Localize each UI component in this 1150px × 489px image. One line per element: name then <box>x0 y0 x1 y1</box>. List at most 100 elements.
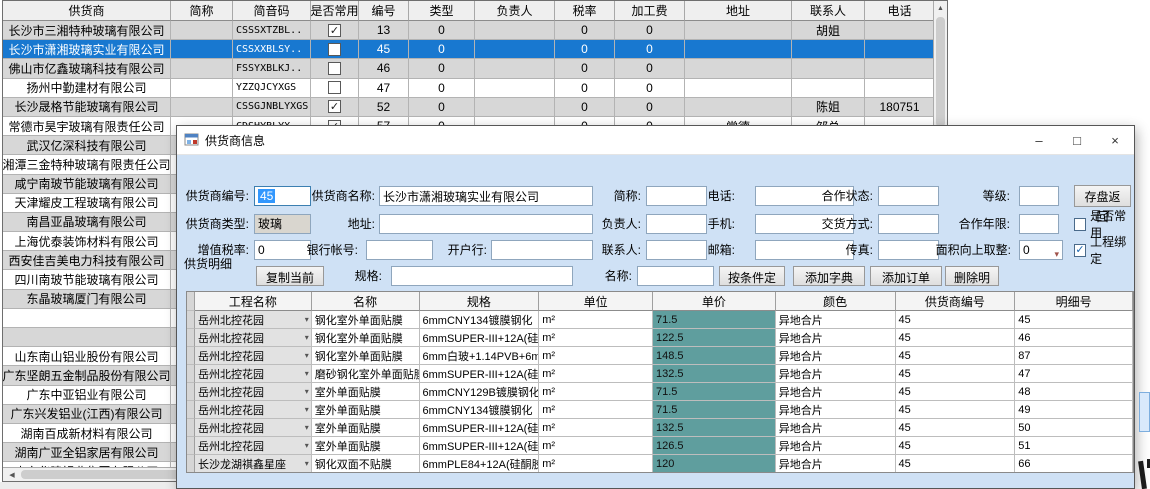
pinyin-code: YZZQJCYXGS <box>233 79 311 98</box>
short-name <box>171 59 233 78</box>
add-dict-detail-button[interactable]: 添加字典明细 <box>793 266 865 286</box>
detail-name: 室外单面贴膜 <box>312 383 420 401</box>
project-combo[interactable]: 岳州北控花园▾ <box>195 347 312 365</box>
column-header-unit[interactable]: 单位 <box>539 292 653 311</box>
address-field[interactable] <box>379 214 593 234</box>
copy-project-button[interactable]: 复制当前工程 <box>256 266 324 286</box>
supplier-name: 上海优泰装饰材料有限公司 <box>3 232 171 251</box>
project-combo[interactable]: 岳州北控花园▾ <box>195 437 312 455</box>
save-return-button[interactable]: 存盘返回 <box>1074 185 1131 207</box>
column-header-supplier-name[interactable]: 供货商 <box>3 1 171 21</box>
name-filter-label: 名称: <box>587 266 632 286</box>
detail-id: 47 <box>1015 365 1133 383</box>
column-header-supplier-type[interactable]: 类型 <box>409 1 475 21</box>
supplier-id: 45 <box>896 419 1016 437</box>
project-combo[interactable]: 岳州北控花园▾ <box>195 311 312 329</box>
detail-row[interactable]: 岳州北控花园▾钢化室外单面贴膜6mm白玻+1.14PVB+6mm...m²148… <box>187 347 1133 365</box>
detail-row[interactable]: 岳州北控花园▾磨砂钢化室外单面贴膜6mmSUPER-III+12A(硅...m²… <box>187 365 1133 383</box>
project-combo[interactable]: 长沙龙湖祺鑫星座▾ <box>195 455 312 473</box>
detail-row[interactable]: 岳州北控花园▾钢化室外单面贴膜6mmSUPER-III+12A(硅...m²12… <box>187 329 1133 347</box>
column-header-tax-rate[interactable]: 税率 <box>555 1 615 21</box>
column-header-contact[interactable]: 联系人 <box>792 1 865 21</box>
column-header-pinyin-code[interactable]: 简音码 <box>233 1 311 21</box>
checkbox-unchecked-icon[interactable] <box>328 81 341 94</box>
supplier-name: 湘潭三金特种玻璃有限责任公司 <box>3 155 171 174</box>
detail-row[interactable]: 岳州北控花园▾室外单面贴膜6mmSUPER-III+12A(硅...m²132.… <box>187 419 1133 437</box>
checkbox-unchecked-icon[interactable] <box>1074 218 1086 231</box>
detail-row[interactable]: 岳州北控花园▾室外单面贴膜6mmSUPER-III+12A(硅...m²126.… <box>187 437 1133 455</box>
scroll-up-icon[interactable]: ▲ <box>934 1 947 16</box>
detail-grid-header: 工程名称名称规格单位单价颜色供货商编号明细号 <box>187 292 1133 311</box>
column-header-detail-id[interactable]: 明细号 <box>1015 292 1133 311</box>
delivery-mode-field[interactable] <box>878 214 939 234</box>
supplier-type-field[interactable]: 玻璃 <box>254 214 311 234</box>
maximize-button-icon[interactable]: □ <box>1058 126 1096 154</box>
tax-rate: 0 <box>555 98 615 117</box>
process-fee: 0 <box>615 98 685 117</box>
column-header-common-checkbox-cell[interactable]: 是否常用 <box>311 1 359 21</box>
detail-row[interactable]: 岳州北控花园▾钢化室外单面贴膜6mmCNY134镀膜钢化m²71.5异地合片45… <box>187 311 1133 329</box>
detail-grid: 工程名称名称规格单位单价颜色供货商编号明细号 岳州北控花园▾钢化室外单面贴膜6m… <box>186 291 1134 473</box>
checkbox-checked-icon[interactable]: ✓ <box>1074 244 1086 257</box>
supplier-row[interactable]: 扬州中勤建材有限公司YZZQJCYXGS47000 <box>3 79 947 98</box>
supplier-row[interactable]: 长沙市潇湘玻璃实业有限公司CSSXXBLSY..45000 <box>3 40 947 59</box>
column-header-unit-price[interactable]: 单价 <box>653 292 776 311</box>
dialog-icon <box>184 132 200 148</box>
unit: m² <box>539 347 653 365</box>
close-button-icon[interactable]: × <box>1096 126 1134 154</box>
project-combo[interactable]: 岳州北控花园▾ <box>195 329 312 347</box>
address <box>685 59 792 78</box>
supplier-name-field[interactable] <box>379 186 593 206</box>
area-round-up-combo[interactable]: 0 ▾ <box>1019 240 1063 260</box>
column-header-project-name[interactable]: 工程名称 <box>195 292 312 311</box>
project-combo[interactable]: 岳州北控花园▾ <box>195 419 312 437</box>
is-common-checkbox[interactable]: 是否常用 <box>1074 214 1134 234</box>
project-combo[interactable]: 岳州北控花园▾ <box>195 383 312 401</box>
bank-account-field[interactable] <box>366 240 433 260</box>
project-combo[interactable]: 岳州北控花园▾ <box>195 365 312 383</box>
vertical-scrollbar-thumb[interactable] <box>936 17 945 127</box>
project-combo[interactable]: 岳州北控花园▾ <box>195 401 312 419</box>
checkbox-unchecked-icon[interactable] <box>328 62 341 75</box>
column-header-color[interactable]: 颜色 <box>776 292 896 311</box>
fax-label: 传真: <box>807 240 873 260</box>
column-header-detail-name[interactable]: 名称 <box>312 292 420 311</box>
tax-rate: 0 <box>555 59 615 78</box>
column-header-short-name[interactable]: 简称 <box>171 1 233 21</box>
checkbox-checked-icon[interactable]: ✓ <box>328 100 341 113</box>
delete-detail-button[interactable]: 删除明细 <box>945 266 999 286</box>
grade-field[interactable] <box>1019 186 1059 206</box>
column-header-address[interactable]: 地址 <box>685 1 792 21</box>
name-filter-input[interactable] <box>637 266 714 286</box>
supplier-row[interactable]: 长沙市三湘特种玻璃有限公司CSSSXTZBL..✓13000胡姐 <box>3 21 947 40</box>
locate-button[interactable]: 按条件定位 <box>719 266 785 286</box>
area-round-up-label: 面积向上取整: <box>921 240 1011 260</box>
column-header-spec[interactable]: 规格 <box>420 292 540 311</box>
checkbox-unchecked-icon[interactable] <box>328 43 341 56</box>
spec-filter-input[interactable] <box>391 266 573 286</box>
minimize-button-icon[interactable]: – <box>1020 126 1058 154</box>
coop-status-field[interactable] <box>878 186 939 206</box>
project-bind-checkbox[interactable]: ✓ 工程绑定 <box>1074 240 1134 260</box>
detail-row[interactable]: 岳州北控花园▾室外单面贴膜6mmCNY134镀膜钢化m²71.5异地合片4549 <box>187 401 1133 419</box>
column-header-supplier-id[interactable]: 编号 <box>359 1 409 21</box>
bank-name-field[interactable] <box>491 240 593 260</box>
leader <box>475 40 555 59</box>
common-checkbox-cell <box>311 59 359 78</box>
column-header-process-fee[interactable]: 加工费 <box>615 1 685 21</box>
project-name: 岳州北控花园 <box>198 330 264 346</box>
detail-id: 48 <box>1015 383 1133 401</box>
detail-row[interactable]: 长沙龙湖祺鑫星座▾钢化双面不贴膜6mmPLE84+12A(硅酮胶...m²120… <box>187 455 1133 473</box>
column-header-phone[interactable]: 电话 <box>865 1 935 21</box>
coop-years-field[interactable] <box>1019 214 1059 234</box>
column-header-supplier-id[interactable]: 供货商编号 <box>896 292 1016 311</box>
detail-row[interactable]: 岳州北控花园▾室外单面贴膜6mmCNY129B镀膜钢化m²71.5异地合片454… <box>187 383 1133 401</box>
add-order-detail-button[interactable]: 添加订单明细 <box>870 266 942 286</box>
supplier-name: 长沙晟格节能玻璃有限公司 <box>3 98 171 117</box>
checkbox-checked-icon[interactable]: ✓ <box>328 24 341 37</box>
scroll-left-icon[interactable]: ◀ <box>5 468 19 481</box>
dialog-titlebar[interactable]: 供货商信息 – □ × <box>177 126 1134 155</box>
supplier-row[interactable]: 佛山市亿鑫玻璃科技有限公司FSSYXBLKJ..46000 <box>3 59 947 78</box>
column-header-leader[interactable]: 负责人 <box>475 1 555 21</box>
supplier-row[interactable]: 长沙晟格节能玻璃有限公司CSSGJNBLYXGS✓52000陈姐180751 <box>3 98 947 117</box>
